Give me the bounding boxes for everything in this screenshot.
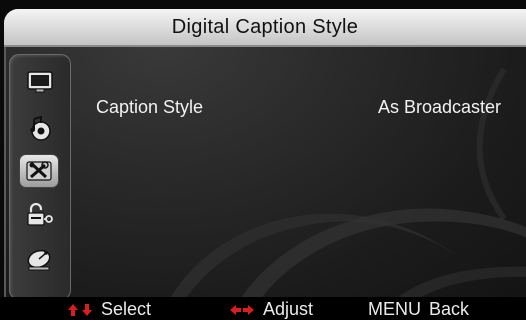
select-label: Select — [101, 299, 152, 319]
adjust-label: Adjust — [263, 299, 314, 319]
satellite-dish-icon[interactable] — [25, 246, 55, 274]
left-right-arrows-icon — [229, 304, 255, 316]
back-hint: MENU Back — [368, 299, 469, 320]
background-swirl — [164, 67, 526, 309]
caption-style-label: Caption Style — [96, 97, 204, 117]
caption-style-row[interactable]: Caption Style As Broadcaster — [96, 97, 501, 121]
menu-title: Digital Caption Style — [171, 16, 359, 38]
footer-hints: Select Adjust MENU Back — [0, 297, 526, 320]
back-label: Back — [429, 299, 470, 319]
up-down-arrows-icon — [67, 303, 93, 317]
tv-screen: Digital Caption Style Caption Style As B… — [0, 0, 526, 320]
caption-style-value[interactable]: As Broadcaster — [378, 97, 501, 118]
title-bar: Digital Caption Style — [4, 9, 526, 47]
menu-key-label: MENU — [368, 299, 421, 319]
adjust-hint: Adjust — [229, 299, 313, 320]
tools-icon[interactable] — [20, 155, 58, 187]
lock-icon[interactable] — [25, 201, 55, 229]
tv-screen-icon[interactable] — [25, 68, 55, 96]
audio-icon[interactable] — [25, 115, 55, 143]
sidebar — [9, 54, 71, 300]
menu-frame: Digital Caption Style Caption Style As B… — [4, 9, 526, 309]
select-hint: Select — [67, 299, 151, 320]
